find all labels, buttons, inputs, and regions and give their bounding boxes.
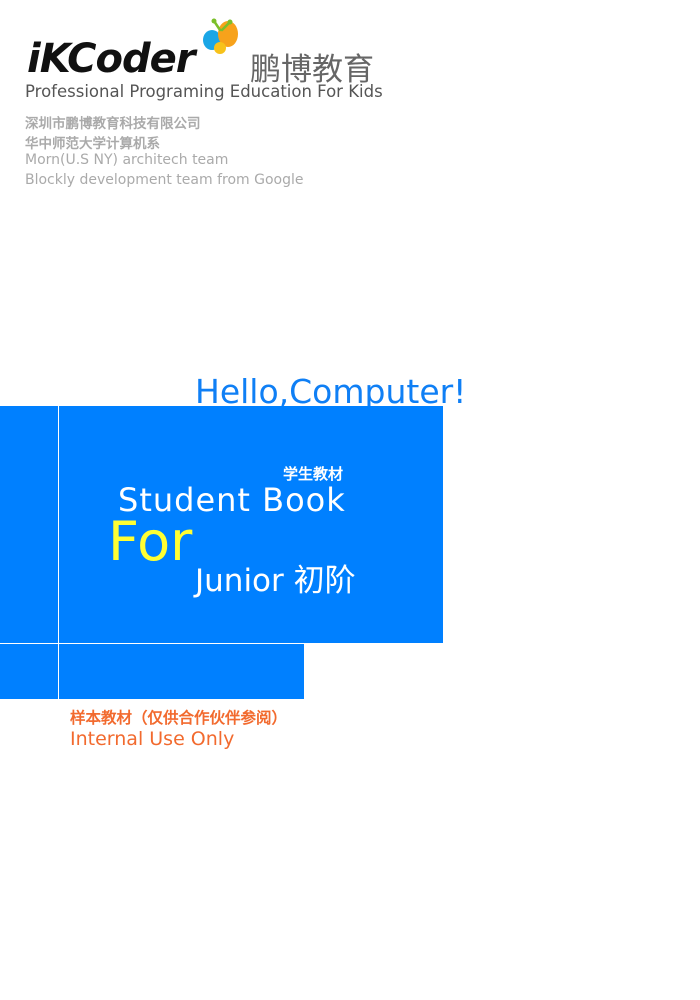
ikcoder-logo: iKCoder [27,36,195,82]
cover-main-block [0,406,443,643]
info-line-company: 深圳市鹏博教育科技有限公司 [25,116,201,132]
info-line-university: 华中师范大学计算机系 [25,136,160,152]
for-text: For [108,510,193,573]
cover-lower-block [0,644,304,699]
junior-level-text: Junior 初阶 [195,563,356,599]
sample-notice-cn: 样本教材（仅供合作伙伴参阅） [70,709,288,727]
cover-divider-line [58,406,59,699]
info-line-team: Morn(U.S NY) architech team [25,152,229,168]
butterfly-icon [203,18,238,54]
brand-tagline: Professional Programing Education For Ki… [25,82,383,101]
info-line-blockly: Blockly development team from Google [25,172,304,188]
internal-use-notice: Internal Use Only [70,728,235,750]
